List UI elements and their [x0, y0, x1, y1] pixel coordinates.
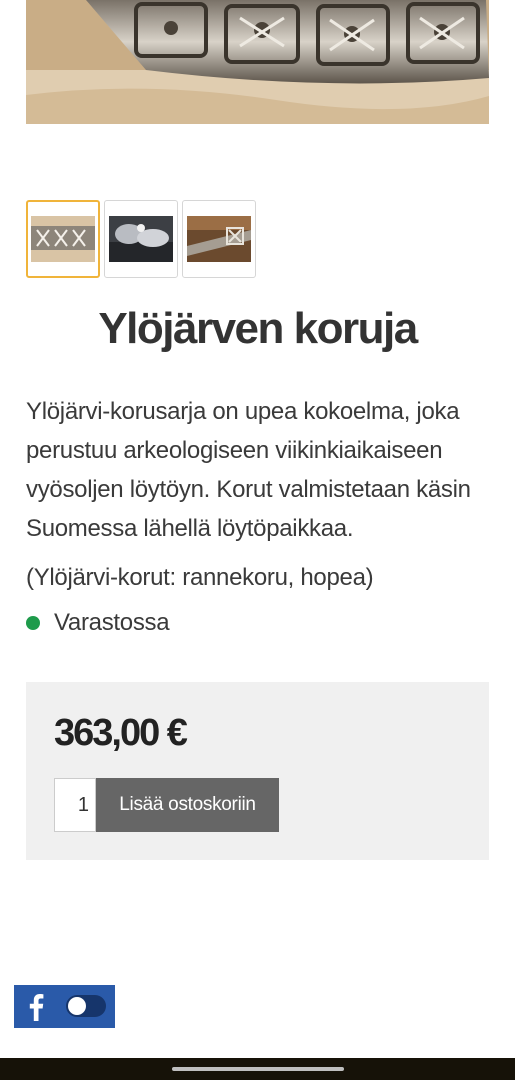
- toggle-knob: [68, 997, 86, 1015]
- thumbnail-1[interactable]: [26, 200, 100, 278]
- thumbnail-2[interactable]: [104, 200, 178, 278]
- purchase-box: 363,00 € Lisää ostoskoriin: [26, 682, 489, 860]
- add-to-cart-button[interactable]: Lisää ostoskoriin: [96, 778, 279, 832]
- home-gesture-handle[interactable]: [172, 1067, 344, 1071]
- facebook-widget[interactable]: [14, 985, 115, 1028]
- bracelet-on-rock-thumbnail-icon: [109, 216, 173, 262]
- bracelet-thumbnail-icon: [31, 216, 95, 262]
- stock-status: Varastossa: [26, 606, 170, 640]
- thumbnail-3[interactable]: [182, 200, 256, 278]
- quantity-input[interactable]: [54, 778, 96, 832]
- stock-status-label: Varastossa: [54, 609, 170, 636]
- bracelet-detail-thumbnail-icon: [187, 216, 251, 262]
- product-hero-image[interactable]: [26, 0, 489, 124]
- product-meta: (Ylöjärvi-korut: rannekoru, hopea): [26, 564, 374, 591]
- product-price: 363,00 €: [54, 712, 188, 754]
- product-thumbnails: [26, 200, 256, 280]
- facebook-toggle[interactable]: [66, 995, 106, 1017]
- stock-status-dot-icon: [26, 616, 40, 630]
- system-navigation-bar: [0, 1058, 515, 1080]
- product-title: Ylöjärven koruja: [98, 304, 418, 353]
- product-description: Ylöjärvi-korusarja on upea kokoelma, jok…: [26, 398, 471, 542]
- bracelet-photo: [26, 0, 489, 124]
- facebook-icon[interactable]: [14, 985, 58, 1028]
